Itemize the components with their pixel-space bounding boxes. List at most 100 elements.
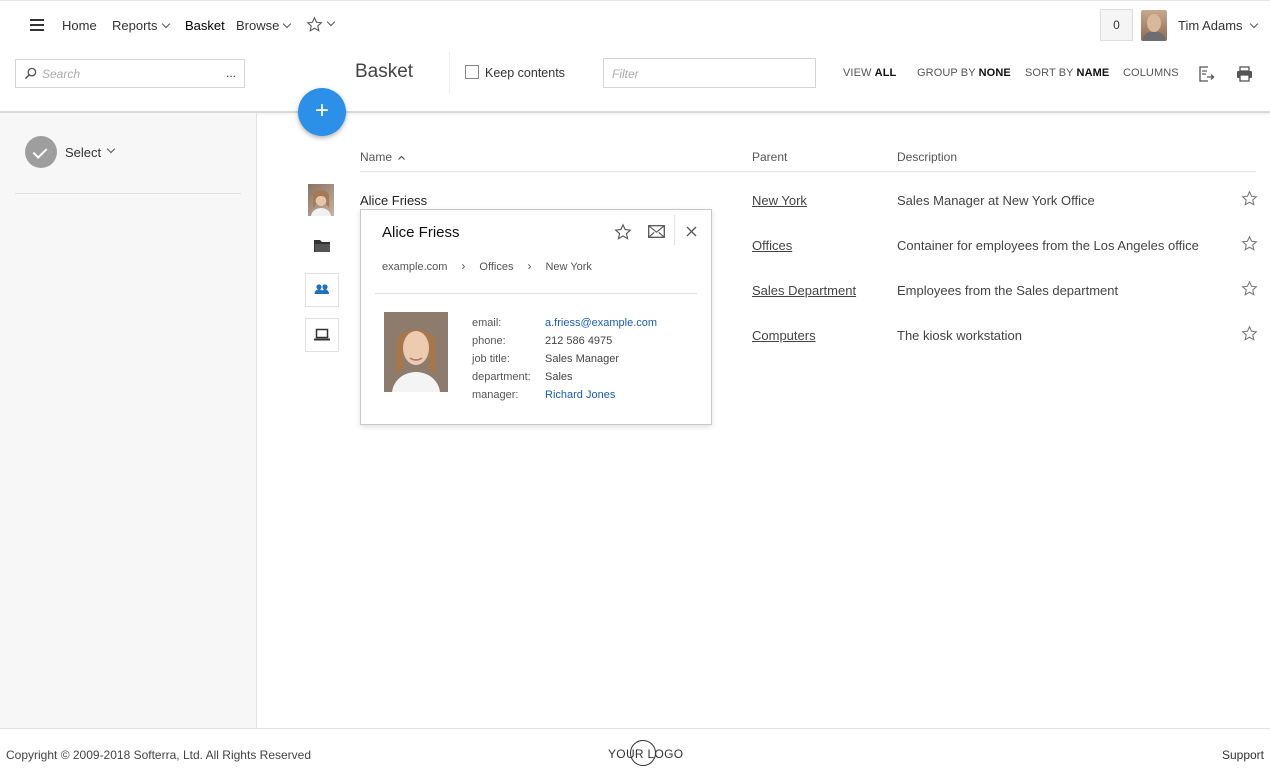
- filter-input[interactable]: [612, 65, 802, 82]
- mail-icon[interactable]: [648, 225, 665, 238]
- view-value: ALL: [874, 67, 897, 79]
- phone-value: 212 586 4975: [545, 335, 613, 347]
- nav-browse[interactable]: Browse: [236, 18, 292, 33]
- column-header-parent[interactable]: Parent: [752, 150, 787, 164]
- star-icon[interactable]: [1241, 235, 1258, 252]
- sort-ascending-icon: [398, 155, 406, 160]
- chevron-right-icon: ›: [527, 259, 532, 273]
- divider: [15, 193, 241, 194]
- divider: [674, 215, 675, 245]
- nav-reports-label: Reports: [112, 18, 158, 33]
- star-icon: [306, 16, 323, 32]
- chevron-down-icon: [326, 17, 336, 27]
- manager-link[interactable]: Richard Jones: [545, 389, 615, 401]
- row-parent-link[interactable]: Offices: [752, 238, 792, 253]
- nav-browse-label: Browse: [236, 18, 280, 33]
- nav-basket[interactable]: Basket: [185, 18, 225, 33]
- logo-ring: [630, 740, 656, 766]
- breadcrumb-item[interactable]: example.com: [382, 261, 447, 273]
- department-label: department:: [472, 371, 531, 383]
- group-prefix: GROUP BY: [917, 67, 976, 79]
- page-title: Basket: [355, 61, 414, 82]
- divider: [449, 52, 450, 94]
- sidebar: Select: [0, 113, 257, 728]
- star-icon[interactable]: [1241, 280, 1258, 297]
- folder-icon: [305, 229, 339, 263]
- header-divider: [360, 171, 1256, 172]
- sort-by-dropdown[interactable]: SORT BY NAME: [1025, 67, 1109, 79]
- select-dropdown[interactable]: Select: [25, 136, 116, 168]
- close-icon[interactable]: [686, 226, 697, 237]
- view-prefix: VIEW: [843, 67, 872, 79]
- logo: YOUR LOGO: [608, 740, 683, 766]
- top-navigation: Home Reports Basket Browse 0 Tim Adams: [0, 0, 1270, 50]
- row-parent-link[interactable]: Computers: [752, 328, 816, 343]
- export-icon[interactable]: [1198, 66, 1215, 82]
- keep-contents-label: Keep contents: [485, 66, 565, 80]
- print-icon[interactable]: [1236, 66, 1253, 82]
- breadcrumb: example.com › Offices › New York: [382, 259, 592, 273]
- email-label: email:: [472, 317, 502, 329]
- search-icon: [24, 67, 37, 80]
- department-value: Sales: [545, 371, 573, 383]
- star-icon[interactable]: [614, 223, 632, 241]
- copyright-text: Copyright © 2009-2018 Softerra, Ltd. All…: [6, 748, 312, 762]
- nav-home-label: Home: [62, 18, 97, 33]
- search-box: ...: [15, 59, 245, 88]
- star-icon[interactable]: [1241, 325, 1258, 342]
- chevron-down-icon: [283, 19, 292, 29]
- user-menu[interactable]: Tim Adams: [1178, 18, 1258, 33]
- nav-reports[interactable]: Reports: [112, 18, 170, 33]
- breadcrumb-item[interactable]: New York: [545, 261, 591, 273]
- contact-card-popup: Alice Friess example.com › Offices › New Yor…: [360, 209, 712, 425]
- star-icon[interactable]: [1241, 190, 1258, 207]
- row-description: The kiosk workstation: [897, 328, 1022, 343]
- nav-home[interactable]: Home: [62, 18, 97, 33]
- chevron-down-icon: [1249, 19, 1258, 29]
- select-label: Select: [65, 144, 102, 160]
- phone-label: phone:: [472, 335, 506, 347]
- column-header-name-label: Name: [360, 150, 393, 164]
- computer-icon: [305, 318, 339, 352]
- divider: [375, 293, 697, 294]
- sort-value: NAME: [1076, 67, 1110, 79]
- check-icon: [25, 136, 57, 168]
- nav-favorites[interactable]: [306, 16, 336, 33]
- group-by-dropdown[interactable]: GROUP BY NONE: [917, 67, 1011, 79]
- checkbox-icon: [465, 65, 479, 79]
- nav-basket-label: Basket: [185, 18, 225, 33]
- manager-label: manager:: [472, 389, 519, 401]
- group-icon: [305, 273, 339, 307]
- group-value: NONE: [978, 67, 1011, 79]
- row-parent-link[interactable]: Sales Department: [752, 283, 856, 298]
- row-description: Employees from the Sales department: [897, 283, 1119, 298]
- contact-photo: [384, 312, 448, 392]
- column-header-name[interactable]: Name: [360, 150, 406, 164]
- filter-box: [603, 58, 816, 88]
- chevron-down-icon: [106, 144, 116, 154]
- footer: Copyright © 2009-2018 Softerra, Ltd. All…: [0, 728, 1270, 780]
- row-name[interactable]: Alice Friess: [360, 193, 427, 208]
- user-avatar[interactable]: [1141, 10, 1167, 41]
- sort-prefix: SORT BY: [1025, 67, 1074, 79]
- add-button[interactable]: +: [298, 88, 346, 136]
- search-input[interactable]: [42, 65, 222, 83]
- user-name: Tim Adams: [1178, 18, 1243, 33]
- job-title-label: job title:: [472, 353, 510, 365]
- chevron-right-icon: ›: [461, 259, 466, 273]
- basket-counter[interactable]: 0: [1100, 9, 1133, 41]
- support-link[interactable]: Support: [1222, 748, 1264, 762]
- columns-button[interactable]: COLUMNS: [1123, 67, 1179, 79]
- row-parent-link[interactable]: New York: [752, 193, 807, 208]
- search-options-button[interactable]: ...: [226, 66, 236, 80]
- chevron-down-icon: [161, 19, 170, 29]
- row-description: Container for employees from the Los Ang…: [897, 238, 1199, 253]
- keep-contents-checkbox[interactable]: Keep contents: [465, 65, 565, 80]
- card-title: Alice Friess: [382, 224, 460, 241]
- user-photo-icon: [308, 184, 334, 216]
- menu-icon[interactable]: [30, 19, 44, 31]
- column-header-description[interactable]: Description: [897, 150, 957, 164]
- view-dropdown[interactable]: VIEW ALL: [843, 67, 896, 79]
- breadcrumb-item[interactable]: Offices: [479, 261, 513, 273]
- email-link[interactable]: a.friess@example.com: [545, 317, 657, 329]
